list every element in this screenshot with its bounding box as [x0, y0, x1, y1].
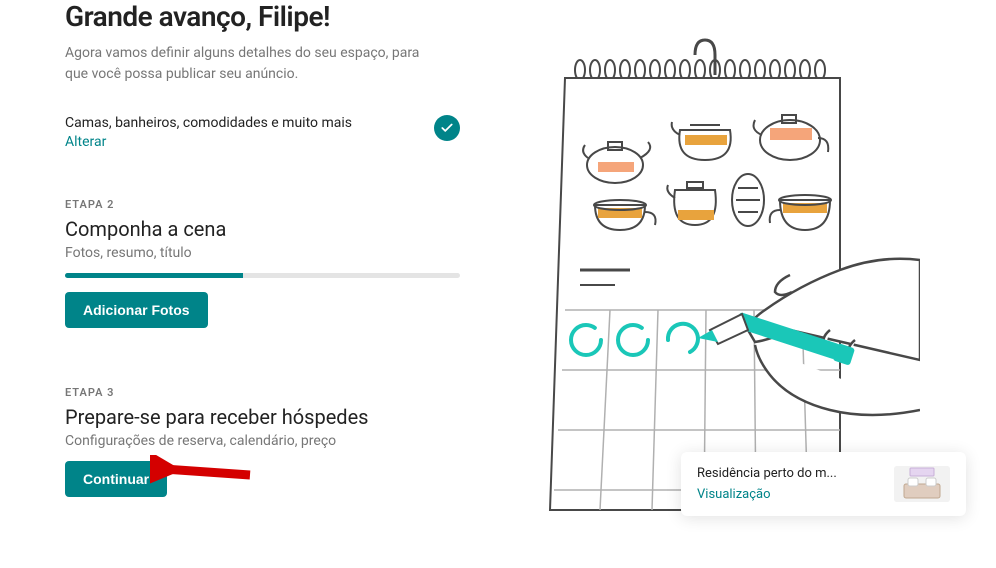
step2-description: Fotos, resumo, título: [65, 245, 480, 261]
check-icon: [434, 115, 460, 141]
step2-section: ETAPA 2 Componha a cena Fotos, resumo, t…: [65, 198, 480, 328]
step1-description: Camas, banheiros, comodidades e muito ma…: [65, 115, 352, 131]
continue-button[interactable]: Continuar: [65, 461, 167, 497]
step3-title: Prepare-se para receber hóspedes: [65, 405, 480, 429]
step2-label: ETAPA 2: [65, 198, 480, 211]
step3-section: ETAPA 3 Prepare-se para receber hóspedes…: [65, 386, 480, 497]
step3-label: ETAPA 3: [65, 386, 480, 399]
add-photos-button[interactable]: Adicionar Fotos: [65, 292, 208, 328]
preview-title: Residência perto do m...: [697, 466, 894, 481]
step2-progress-fill: [65, 273, 243, 278]
step2-title: Componha a cena: [65, 217, 480, 241]
page-subtitle: Agora vamos definir alguns detalhes do s…: [65, 43, 435, 85]
preview-link[interactable]: Visualização: [697, 487, 771, 502]
step2-progress: [65, 273, 460, 278]
illustration-panel: Residência perto do m... Visualização: [480, 0, 996, 524]
preview-thumbnail: [894, 466, 950, 502]
step3-description: Configurações de reserva, calendário, pr…: [65, 433, 480, 449]
step1-row: Camas, banheiros, comodidades e muito ma…: [65, 115, 460, 150]
calendar-illustration: [480, 30, 920, 520]
page-title: Grande avanço, Filipe!: [65, 0, 480, 33]
preview-card[interactable]: Residência perto do m... Visualização: [681, 452, 966, 516]
step1-edit-link[interactable]: Alterar: [65, 134, 106, 150]
